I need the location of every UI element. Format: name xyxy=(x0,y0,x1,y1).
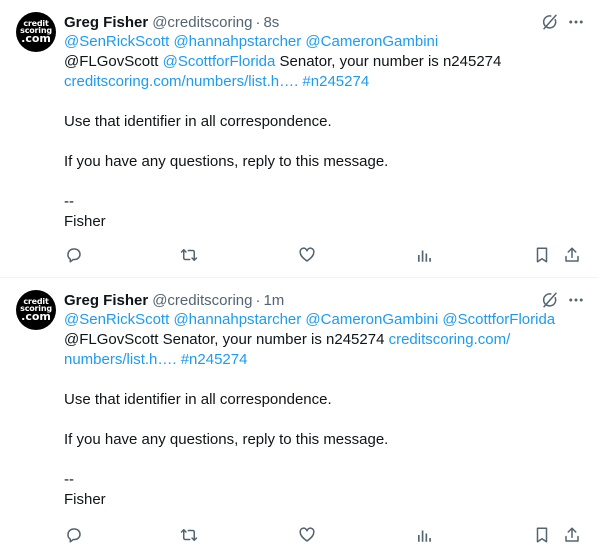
more-icon[interactable] xyxy=(566,12,586,32)
reply-icon[interactable] xyxy=(64,245,84,265)
url-link[interactable]: numbers/list.h…. xyxy=(64,351,177,368)
mention-link[interactable]: @SenRickScott xyxy=(64,311,169,328)
more-icon[interactable] xyxy=(566,290,586,310)
text-span: @FLGovScott Senator, your number is n245… xyxy=(64,331,389,348)
retweet-icon[interactable] xyxy=(179,245,199,265)
display-name[interactable]: Greg Fisher xyxy=(64,14,148,31)
url-link[interactable]: creditscoring.com/ xyxy=(389,331,511,348)
share-icon[interactable] xyxy=(562,525,582,545)
mention-link[interactable]: @SenRickScott xyxy=(64,33,169,50)
mention-link[interactable]: @CameronGambini xyxy=(305,33,438,50)
signature-dash: -- xyxy=(64,193,74,210)
paragraph: If you have any questions, reply to this… xyxy=(64,431,389,448)
separator: · xyxy=(255,291,261,309)
share-icon[interactable] xyxy=(562,245,582,265)
tweet[interactable]: credit scoring .com Greg Fisher @credits… xyxy=(0,0,598,278)
mention-link[interactable]: @ScottforFlorida xyxy=(442,311,555,328)
separator: · xyxy=(255,13,261,31)
signature-dash: -- xyxy=(64,471,74,488)
mention-link[interactable]: @CameronGambini xyxy=(305,311,438,328)
like-icon[interactable] xyxy=(297,245,317,265)
hashtag-link[interactable]: #n245274 xyxy=(181,351,248,368)
bookmark-icon[interactable] xyxy=(532,245,552,265)
action-bar xyxy=(64,525,582,545)
hashtag-link[interactable]: #n245274 xyxy=(302,73,369,90)
tweet[interactable]: credit scoring .com Greg Fisher @credits… xyxy=(0,278,598,557)
views-icon[interactable] xyxy=(414,245,434,265)
signature-name: Fisher xyxy=(64,213,106,230)
paragraph: Use that identifier in all correspondenc… xyxy=(64,391,332,408)
avatar[interactable]: credit scoring .com xyxy=(16,12,56,52)
url-link[interactable]: creditscoring.com/numbers/list.h…. xyxy=(64,73,298,90)
bookmark-icon[interactable] xyxy=(532,525,552,545)
user-handle[interactable]: @creditscoring xyxy=(152,14,252,31)
mention-link[interactable]: @hannahpstarcher xyxy=(173,33,301,50)
signature-name: Fisher xyxy=(64,491,106,508)
timestamp[interactable]: 1m xyxy=(263,292,284,309)
text-span: Senator, your number is n245274 xyxy=(275,53,502,70)
paragraph: If you have any questions, reply to this… xyxy=(64,153,389,170)
tweet-text: @SenRickScott @hannahpstarcher @CameronG… xyxy=(64,32,586,232)
mention-link[interactable]: @ScottforFlorida xyxy=(163,53,276,70)
action-bar xyxy=(64,245,582,265)
like-icon[interactable] xyxy=(297,525,317,545)
grok-icon[interactable] xyxy=(540,12,560,32)
mention-link[interactable]: @hannahpstarcher xyxy=(173,311,301,328)
retweet-icon[interactable] xyxy=(179,525,199,545)
tweet-text: @SenRickScott @hannahpstarcher @CameronG… xyxy=(64,310,586,510)
views-icon[interactable] xyxy=(414,525,434,545)
grok-icon[interactable] xyxy=(540,290,560,310)
paragraph: Use that identifier in all correspondenc… xyxy=(64,113,332,130)
text-span: @FLGovScott xyxy=(64,53,163,70)
display-name[interactable]: Greg Fisher xyxy=(64,292,148,309)
user-handle[interactable]: @creditscoring xyxy=(152,292,252,309)
tweet-header: Greg Fisher @creditscoring · 1m xyxy=(64,290,586,310)
tweet-header: Greg Fisher @creditscoring · 8s xyxy=(64,12,586,32)
reply-icon[interactable] xyxy=(64,525,84,545)
avatar[interactable]: credit scoring .com xyxy=(16,290,56,330)
timestamp[interactable]: 8s xyxy=(263,14,279,31)
avatar-text: .com xyxy=(21,310,51,324)
avatar-text: .com xyxy=(21,32,51,46)
